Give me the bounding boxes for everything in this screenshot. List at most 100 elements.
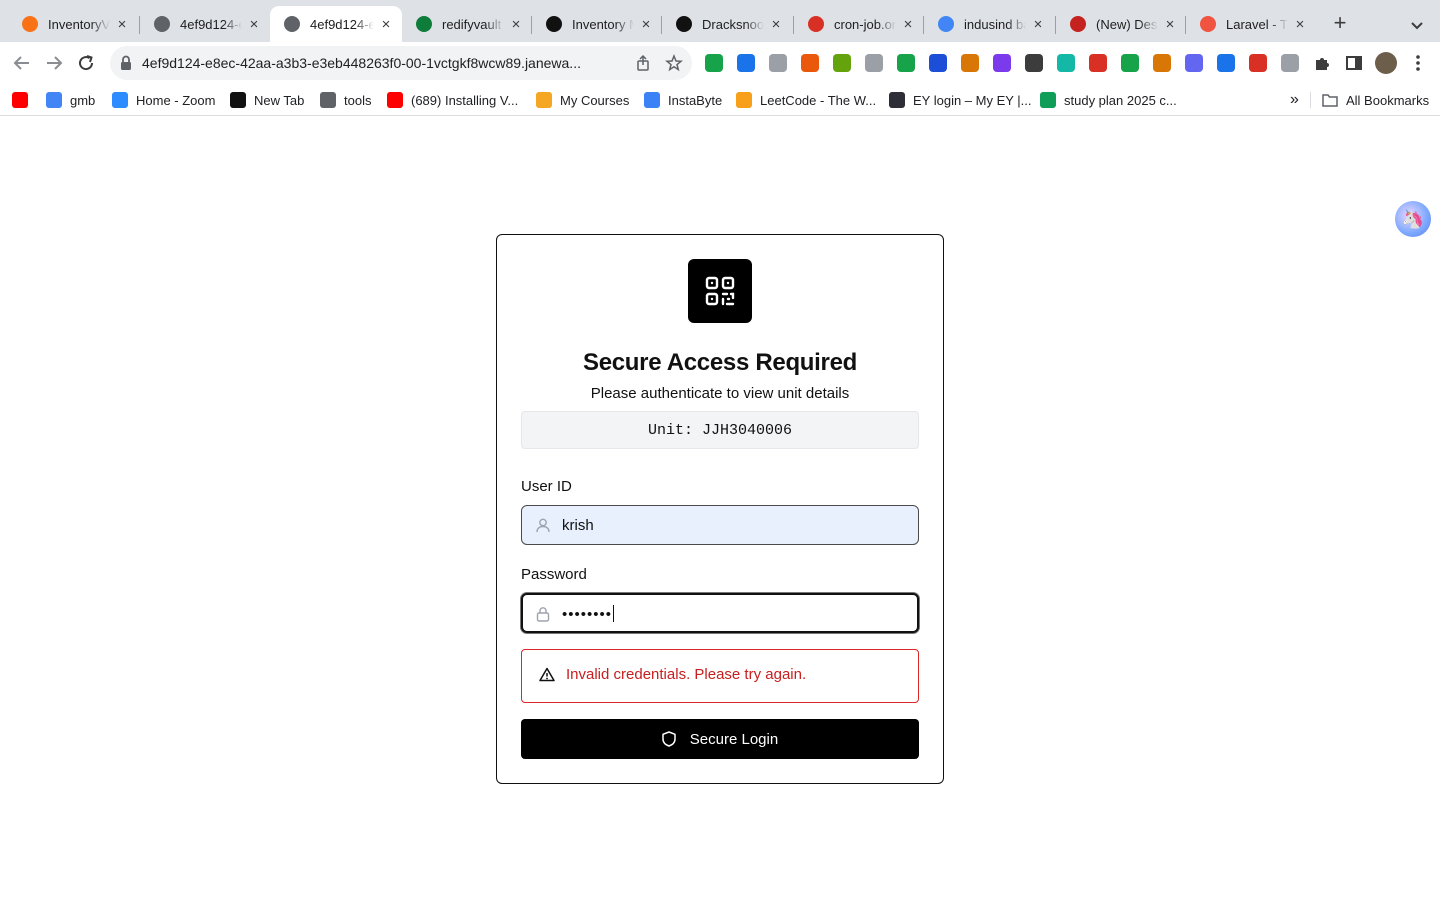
- flame-icon[interactable]: [801, 54, 819, 72]
- all-bookmarks-button[interactable]: All Bookmarks: [1322, 91, 1429, 109]
- honey-icon[interactable]: [1153, 54, 1171, 72]
- bookmark-item[interactable]: New Tab: [230, 91, 304, 109]
- browser-tab[interactable]: Laravel - The PHP Framework×: [1186, 6, 1316, 42]
- bookmark-item[interactable]: LeetCode - The W...: [736, 91, 876, 109]
- forward-arrow-icon[interactable]: [42, 51, 66, 75]
- shield-icon[interactable]: [1281, 54, 1299, 72]
- user-id-input[interactable]: krish: [521, 505, 919, 545]
- inventory-favicon: [22, 16, 38, 32]
- bookmarks-divider: [1310, 92, 1311, 108]
- tab-close-icon[interactable]: ×: [1292, 16, 1308, 33]
- browser-tab[interactable]: 4ef9d124-e8ec×: [270, 6, 402, 42]
- unit-id-text: Unit: JJH3040006: [647, 421, 793, 439]
- tab-close-icon[interactable]: ×: [1162, 16, 1178, 33]
- tab-close-icon[interactable]: ×: [378, 16, 394, 33]
- folder-icon: [1322, 92, 1338, 108]
- user-id-label: User ID: [521, 478, 572, 495]
- pen-icon[interactable]: [1025, 54, 1043, 72]
- browser-tab[interactable]: indusind bank×: [924, 6, 1054, 42]
- tab-close-icon[interactable]: ×: [1030, 16, 1046, 33]
- reload-icon[interactable]: [74, 51, 98, 75]
- plus-icon[interactable]: [1121, 54, 1139, 72]
- profile-avatar[interactable]: [1375, 52, 1397, 74]
- tab-close-icon[interactable]: ×: [508, 16, 524, 33]
- bookmark-label: InstaByte: [668, 92, 723, 108]
- unicorn-assistant-icon[interactable]: 🦄: [1395, 201, 1431, 237]
- user-icon: [536, 518, 550, 537]
- tab-close-icon[interactable]: ×: [246, 16, 262, 33]
- login-card: Secure Access Required Please authentica…: [496, 234, 944, 784]
- check-icon[interactable]: [929, 54, 947, 72]
- gallery-icon[interactable]: [1185, 54, 1203, 72]
- zoom-icon: [112, 92, 128, 108]
- tab-close-icon[interactable]: ×: [638, 16, 654, 33]
- tab-title: Dracksnoop: [702, 16, 764, 32]
- side-panel-icon[interactable]: [1344, 53, 1364, 73]
- shield-icon: [662, 731, 676, 747]
- bookmark-item[interactable]: tools: [320, 91, 371, 109]
- translate-icon[interactable]: [961, 54, 979, 72]
- reader-icon[interactable]: [737, 54, 755, 72]
- openai-icon: [546, 16, 562, 32]
- bookmark-item[interactable]: EY login – My EY |...: [889, 91, 1032, 109]
- browser-tab[interactable]: Dracksnoop×: [662, 6, 792, 42]
- site-info-lock-icon[interactable]: [120, 55, 132, 76]
- bookmark-item[interactable]: Home - Zoom: [112, 91, 215, 109]
- address-bar[interactable]: 4ef9d124-e8ec-42aa-a3b3-e3eb448263f0-00-…: [110, 46, 692, 80]
- youtube-icon: [387, 92, 403, 108]
- tab-title: (New) Design: [1096, 16, 1158, 32]
- sprout-icon[interactable]: [833, 54, 851, 72]
- extensions-puzzle-icon[interactable]: [1312, 53, 1332, 73]
- tab-close-icon[interactable]: ×: [114, 16, 130, 33]
- google-icon: [46, 92, 62, 108]
- bookmark-label: (689) Installing V...: [411, 92, 519, 108]
- bookmark-label: EY login – My EY |...: [913, 92, 1032, 108]
- sheets-icon: [1040, 92, 1056, 108]
- close-x-icon[interactable]: [1089, 54, 1107, 72]
- tab-close-icon[interactable]: ×: [900, 16, 916, 33]
- lock-icon: [536, 606, 550, 626]
- all-bookmarks-label: All Bookmarks: [1346, 92, 1430, 108]
- bookmark-item[interactable]: gmb: [46, 91, 95, 109]
- browser-toolbar: 4ef9d124-e8ec-42aa-a3b3-e3eb448263f0-00-…: [0, 42, 1440, 84]
- secure-login-label: Secure Login: [689, 730, 779, 748]
- new-tab-button[interactable]: +: [1328, 12, 1352, 36]
- browser-tab[interactable]: InventoryVault×: [8, 6, 138, 42]
- wave-icon[interactable]: [1217, 54, 1235, 72]
- camera-icon[interactable]: [769, 54, 787, 72]
- tab-close-icon[interactable]: ×: [768, 16, 784, 33]
- layout-icon[interactable]: [865, 54, 883, 72]
- tab-strip: InventoryVault×4ef9d124-e8ec×4ef9d124-e8…: [0, 0, 1440, 42]
- browser-menu-icon[interactable]: [1408, 53, 1428, 73]
- bookmark-item[interactable]: [12, 91, 36, 109]
- google-icon: [938, 16, 954, 32]
- bot-icon[interactable]: [897, 54, 915, 72]
- new-badge-icon: [1070, 16, 1086, 32]
- bookmark-item[interactable]: InstaByte: [644, 91, 722, 109]
- tab-search-chevron-icon[interactable]: [1406, 14, 1428, 36]
- unit-id-badge: Unit: JJH3040006: [521, 411, 919, 449]
- warning-triangle-icon: [539, 667, 555, 687]
- browser-tab[interactable]: 4ef9d124-e8ec×: [140, 6, 270, 42]
- bookmark-item[interactable]: study plan 2025 c...: [1040, 91, 1177, 109]
- bookmark-label: Home - Zoom: [136, 92, 216, 108]
- tab-title: Inventory Management: [572, 16, 634, 32]
- browser-tab[interactable]: (New) Design×: [1056, 6, 1186, 42]
- bookmark-item[interactable]: My Courses: [536, 91, 629, 109]
- grammarly-icon[interactable]: [705, 54, 723, 72]
- play-icon[interactable]: [1249, 54, 1267, 72]
- tab-title: 4ef9d124-e8ec: [310, 16, 374, 32]
- browser-tab[interactable]: cron-job.org×: [794, 6, 924, 42]
- notion-icon[interactable]: [1057, 54, 1075, 72]
- url-text[interactable]: 4ef9d124-e8ec-42aa-a3b3-e3eb448263f0-00-…: [142, 55, 632, 71]
- bookmark-item[interactable]: (689) Installing V...: [387, 91, 518, 109]
- browser-tab[interactable]: redifyvault | MongoDB×: [402, 6, 532, 42]
- browser-tab[interactable]: Inventory Management×: [532, 6, 662, 42]
- password-input[interactable]: ••••••••: [521, 593, 919, 633]
- secure-login-button[interactable]: Secure Login: [521, 719, 919, 759]
- bookmarks-overflow-chevron[interactable]: »: [1290, 91, 1299, 109]
- star-burst-icon[interactable]: [993, 54, 1011, 72]
- bookmark-star-icon[interactable]: [665, 53, 683, 77]
- share-icon[interactable]: [634, 54, 652, 77]
- back-arrow-icon[interactable]: [10, 51, 34, 75]
